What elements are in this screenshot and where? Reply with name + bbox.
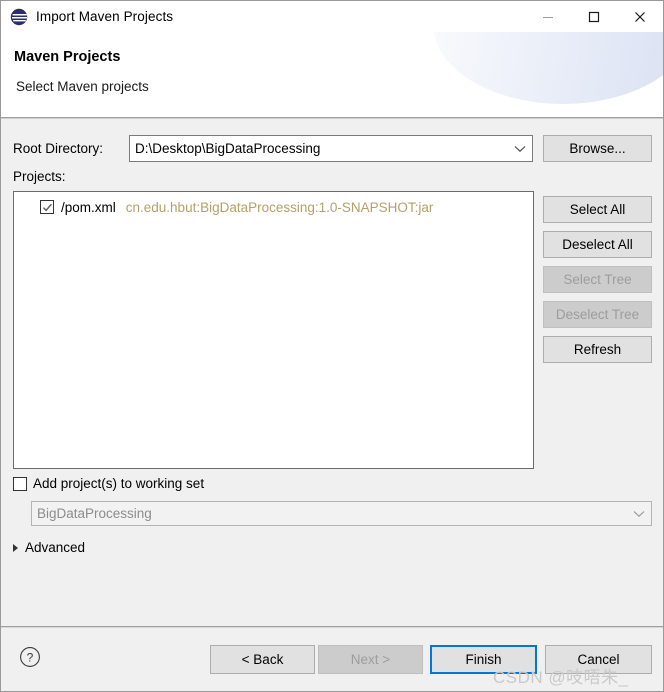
title-bar: Import Maven Projects	[1, 1, 663, 32]
chevron-down-icon	[633, 502, 645, 525]
add-to-working-set-checkbox[interactable]: Add project(s) to working set	[13, 476, 204, 491]
advanced-label: Advanced	[25, 540, 86, 555]
next-button: Next >	[318, 645, 423, 674]
root-directory-combo[interactable]: D:\Desktop\BigDataProcessing	[129, 135, 533, 162]
close-icon[interactable]	[617, 1, 663, 32]
project-checkbox[interactable]	[40, 200, 54, 214]
working-set-combo: BigDataProcessing	[31, 501, 652, 526]
chevron-right-icon	[13, 543, 18, 552]
project-coordinates: cn.edu.hbut:BigDataProcessing:1.0-SNAPSH…	[125, 199, 434, 215]
maximize-icon[interactable]	[571, 1, 617, 32]
project-pom-name: /pom.xml	[61, 199, 116, 215]
deselect-all-button[interactable]: Deselect All	[543, 231, 652, 258]
projects-label: Projects:	[13, 169, 66, 184]
projects-tree[interactable]: /pom.xml cn.edu.hbut:BigDataProcessing:1…	[13, 191, 534, 469]
working-set-checkbox-box[interactable]	[13, 476, 27, 491]
chevron-down-icon[interactable]	[514, 136, 526, 161]
root-directory-label: Root Directory:	[13, 141, 104, 156]
wizard-header: Maven Projects Select Maven projects	[1, 32, 663, 117]
minimize-icon[interactable]	[525, 1, 571, 32]
finish-button[interactable]: Finish	[430, 645, 537, 674]
browse-button[interactable]: Browse...	[543, 135, 652, 162]
svg-text:?: ?	[27, 650, 34, 664]
select-all-button[interactable]: Select All	[543, 196, 652, 223]
select-tree-button: Select Tree	[543, 266, 652, 293]
page-subtitle: Select Maven projects	[16, 79, 149, 94]
working-set-value: BigDataProcessing	[37, 506, 152, 521]
back-button[interactable]: < Back	[210, 645, 315, 674]
table-row[interactable]: /pom.xml cn.edu.hbut:BigDataProcessing:1…	[14, 196, 533, 218]
import-maven-projects-dialog: Import Maven Projects Maven Projects Sel…	[0, 0, 664, 692]
deselect-tree-button: Deselect Tree	[543, 301, 652, 328]
advanced-section-toggle[interactable]: Advanced	[13, 540, 85, 555]
header-decoration	[433, 32, 663, 104]
page-title: Maven Projects	[14, 49, 121, 65]
root-directory-value: D:\Desktop\BigDataProcessing	[135, 141, 321, 156]
help-icon[interactable]: ?	[19, 646, 41, 671]
refresh-button[interactable]: Refresh	[543, 336, 652, 363]
window-title: Import Maven Projects	[36, 9, 174, 24]
eclipse-icon	[10, 8, 28, 26]
window-controls	[525, 1, 663, 32]
working-set-label: Add project(s) to working set	[33, 476, 205, 491]
tree-actions: Select All Deselect All Select Tree Dese…	[543, 196, 652, 371]
cancel-button[interactable]: Cancel	[545, 645, 652, 674]
